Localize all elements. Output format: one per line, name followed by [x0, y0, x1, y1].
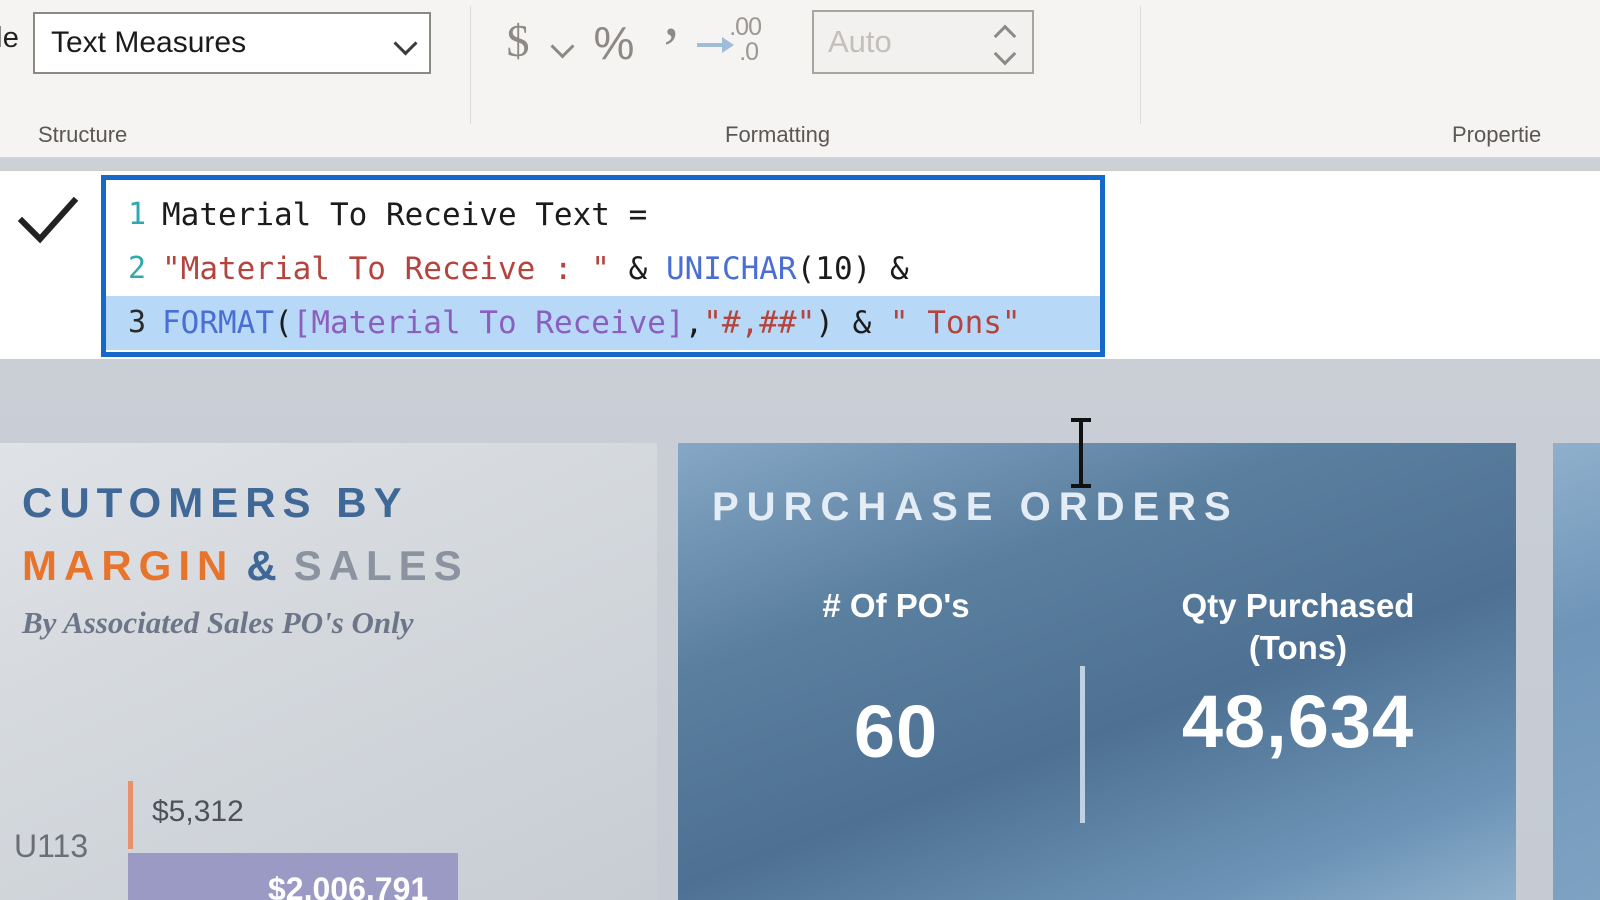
screenshot-root: CUTOMERS BY MARGIN & SALES By Associated S…	[0, 0, 1600, 900]
adjacent-card-sliver[interactable]	[1553, 443, 1600, 900]
group-caption-formatting: Formatting	[725, 122, 831, 147]
decrease-decimal-icon[interactable]: .00 .0	[697, 13, 765, 73]
comma-icon[interactable]: ’	[645, 10, 697, 81]
token-string: "Material To Receive : "	[162, 251, 610, 287]
bar-sales-value-label: $2,006,791	[268, 871, 429, 900]
token-func: UNICHAR	[665, 251, 797, 287]
chevron-down-icon[interactable]	[541, 10, 583, 76]
stepper-arrows[interactable]	[986, 12, 1032, 72]
title-word-margin: MARGIN	[22, 542, 235, 589]
dollar-icon[interactable]: $	[495, 10, 541, 76]
kpi-label: # Of PO's	[822, 587, 970, 624]
token-op: &	[628, 251, 648, 287]
purchase-orders-title: PURCHASE ORDERS	[712, 485, 1239, 529]
line-number: 1	[127, 197, 146, 232]
formula-line[interactable]: 1 Material To Receive Text =	[106, 188, 1100, 242]
bar-margin-value-label: $5,312	[152, 795, 244, 828]
token-string: "#,##"	[703, 305, 816, 341]
checkmark-icon[interactable]	[12, 189, 84, 253]
token-string: " Tons"	[889, 305, 1021, 341]
decimal-places-value: Auto	[828, 24, 892, 59]
token-func: FORMAT	[162, 305, 274, 341]
token-op: &	[852, 305, 872, 341]
chevron-down-icon[interactable]	[993, 42, 1017, 66]
kpi-value: 48,634	[1181, 680, 1415, 764]
kpi-qty-purchased: Qty Purchased (Tons) 48,634	[1108, 585, 1488, 764]
bar-margin[interactable]	[128, 781, 133, 849]
purchase-orders-card[interactable]: PURCHASE ORDERS # Of PO's 60 Qty Purchas…	[678, 443, 1516, 900]
ribbon-group-divider	[1140, 6, 1141, 124]
decimal-places-stepper[interactable]: Auto	[812, 10, 1034, 74]
kpi-divider	[1080, 666, 1085, 823]
line-number: 3	[127, 305, 146, 340]
formula-editor[interactable]: 1 Material To Receive Text = 2 "Material To…	[101, 175, 1105, 357]
formula-line-text: FORMAT([Material To Receive],"#,##") & "…	[162, 296, 1100, 350]
group-caption-structure: Structure	[38, 122, 128, 147]
formula-code-lines[interactable]: 1 Material To Receive Text = 2 "Material To…	[106, 180, 1100, 352]
customers-by-margin-sales-card[interactable]: CUTOMERS BY MARGIN & SALES By Associated S…	[0, 443, 657, 900]
formula-line[interactable]: 3 FORMAT([Material To Receive],"#,##") & …	[106, 296, 1100, 350]
bar-chart-category-label: U113	[14, 828, 89, 864]
kpi-value: 60	[853, 690, 939, 774]
token-ref: [Material To Receive]	[292, 305, 685, 341]
formula-line[interactable]: 2 "Material To Receive : " & UNICHAR(10) …	[106, 242, 1100, 296]
percent-icon[interactable]: %	[583, 10, 645, 76]
token-plain: )	[815, 305, 853, 341]
token-plain: (	[273, 305, 293, 341]
token-plain: ,	[684, 305, 704, 341]
decimal-icon-bottom: .0	[739, 38, 759, 66]
token-plain: )	[852, 251, 890, 287]
title-word-sales: SALES	[293, 542, 469, 589]
arrow-right-icon	[697, 37, 734, 53]
ribbon-group-divider	[470, 6, 471, 124]
chevron-down-icon	[393, 30, 419, 56]
token-num: 10	[815, 251, 853, 287]
kpi-label: Qty Purchased (Tons)	[1181, 587, 1415, 667]
dax-formula-bar[interactable]: 1 Material To Receive Text = 2 "Material To…	[0, 170, 1600, 488]
customers-card-title-line1: CUTOMERS BY	[22, 479, 409, 526]
title-word-ampersand: &	[246, 542, 284, 589]
token-plain: Material To Receive Text =	[162, 197, 648, 233]
table-label-partial: le	[0, 22, 20, 54]
formula-line-text: Material To Receive Text =	[162, 188, 1100, 242]
text-ibeam-cursor	[1068, 417, 1094, 489]
token-plain: (	[796, 251, 816, 287]
formula-line-text: "Material To Receive : " & UNICHAR(10) &	[162, 242, 1100, 296]
formatting-button-group: $ % ’ .00 .0	[495, 8, 765, 81]
group-caption-properties: Propertie	[1452, 122, 1542, 147]
measure-table-select-value: Text Measures	[51, 26, 247, 59]
customers-card-title-line2: MARGIN & SALES	[22, 542, 469, 590]
ribbon-toolbar: le Text Measures $ % ’ .00 .0 Auto	[0, 0, 1600, 158]
customers-card-subtitle: By Associated Sales PO's Only	[22, 605, 414, 640]
line-number: 2	[127, 251, 146, 286]
measure-table-select[interactable]: Text Measures	[33, 12, 431, 74]
kpi-number-of-pos: # Of PO's 60	[716, 585, 1076, 774]
token-op: &	[889, 251, 909, 287]
